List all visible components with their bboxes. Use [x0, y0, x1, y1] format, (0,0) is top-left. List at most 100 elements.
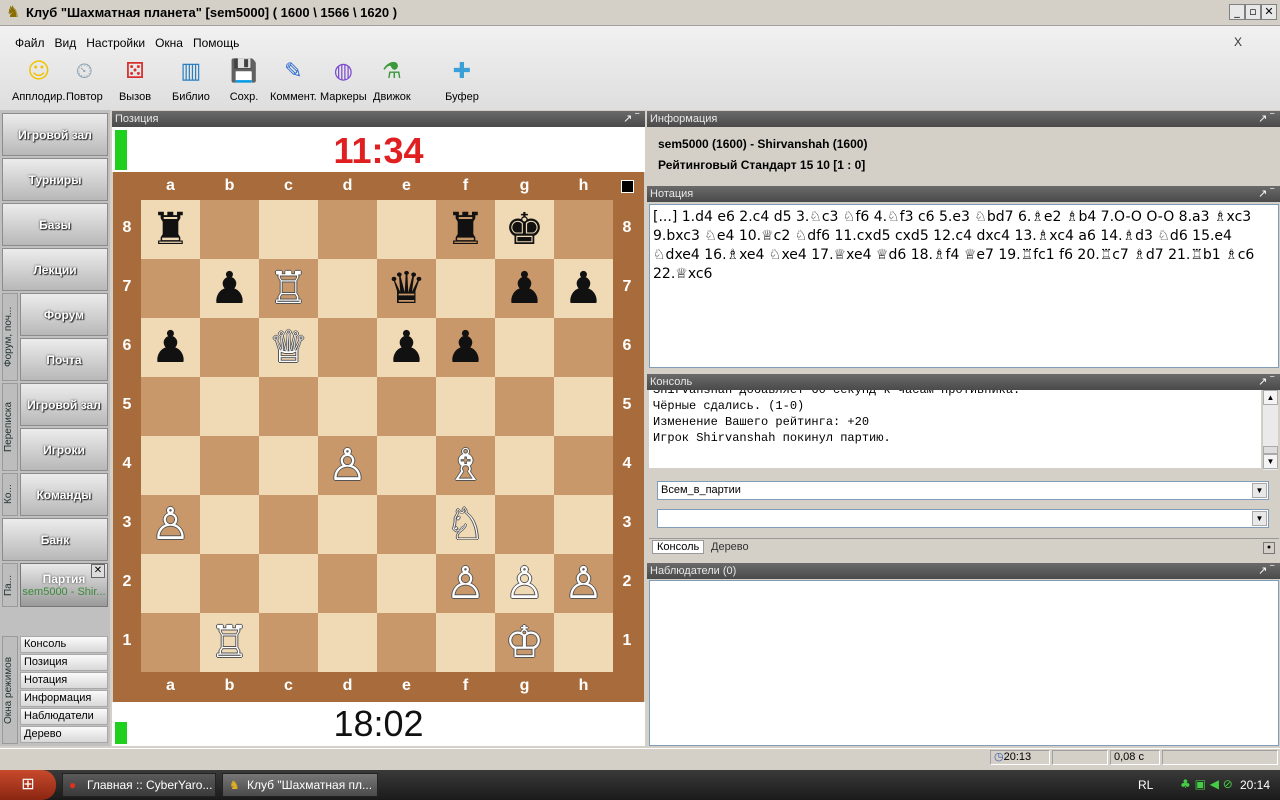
square-e4[interactable] [377, 436, 436, 495]
menu-help[interactable]: Помощь [188, 35, 244, 53]
chevron-down-icon[interactable]: ▼ [1252, 483, 1267, 498]
black-piece-icon[interactable]: ♛ [387, 266, 426, 311]
black-piece-icon[interactable]: ♟ [446, 325, 485, 370]
nav-mail[interactable]: Почта [20, 338, 108, 381]
square-b8[interactable] [200, 200, 259, 259]
tab-menu-icon[interactable]: ● [1263, 542, 1275, 554]
square-c8[interactable] [259, 200, 318, 259]
square-c4[interactable] [259, 436, 318, 495]
toolbar-button-8[interactable]: ✚ Буфер [444, 54, 480, 106]
scroll-up-icon[interactable]: ▲ [1263, 390, 1278, 405]
tab-tree[interactable]: Дерево [707, 541, 753, 553]
restore-button[interactable]: ▫ [1245, 4, 1261, 20]
minimize-button[interactable]: _ [1229, 4, 1245, 20]
pin-icon[interactable]: ↗ ‾ [1258, 563, 1274, 579]
scroll-down-icon[interactable]: ▼ [1263, 454, 1278, 469]
square-e2[interactable] [377, 554, 436, 613]
square-g3[interactable] [495, 495, 554, 554]
square-b1[interactable]: ♖ [200, 613, 259, 672]
toolbar-button-1[interactable]: ⏲ Повтор [66, 54, 103, 106]
square-e7[interactable]: ♛ [377, 259, 436, 318]
white-piece-icon[interactable]: ♖ [210, 620, 249, 665]
square-e8[interactable] [377, 200, 436, 259]
chevron-down-icon[interactable]: ▼ [1252, 511, 1267, 526]
mode-information[interactable]: Информация [20, 690, 108, 707]
nav-forum[interactable]: Форум [20, 293, 108, 336]
mode-position[interactable]: Позиция [20, 654, 108, 671]
correspondence-tab[interactable]: Переписка [2, 383, 18, 471]
white-piece-icon[interactable]: ♖ [269, 266, 308, 311]
toolbar-button-3[interactable]: ▥ Библио [172, 54, 210, 106]
square-f2[interactable]: ♙ [436, 554, 495, 613]
square-d2[interactable] [318, 554, 377, 613]
square-f1[interactable] [436, 613, 495, 672]
square-h8[interactable] [554, 200, 613, 259]
taskbar-item-chess[interactable]: ♞ Клуб "Шахматная пл... [222, 773, 378, 797]
square-c6[interactable]: ♕ [259, 318, 318, 377]
menu-windows[interactable]: Окна [150, 35, 188, 53]
white-piece-icon[interactable]: ♗ [446, 443, 485, 488]
pin-icon[interactable]: ↗ ‾ [1258, 111, 1274, 127]
square-a8[interactable]: ♜ [141, 200, 200, 259]
square-f3[interactable]: ♘ [436, 495, 495, 554]
close-button[interactable]: ✕ [1261, 4, 1277, 20]
square-f5[interactable] [436, 377, 495, 436]
console-scrollbar[interactable]: ▲ ▼ [1262, 390, 1278, 470]
square-a5[interactable] [141, 377, 200, 436]
toolbar-button-6[interactable]: ◍ Маркеры [320, 54, 367, 106]
black-piece-icon[interactable]: ♜ [446, 207, 485, 252]
square-g4[interactable] [495, 436, 554, 495]
toolbar-button-4[interactable]: 💾 Сохр. [226, 54, 262, 106]
square-c5[interactable] [259, 377, 318, 436]
square-b6[interactable] [200, 318, 259, 377]
white-piece-icon[interactable]: ♙ [328, 443, 367, 488]
square-e6[interactable]: ♟ [377, 318, 436, 377]
modes-tab[interactable]: Окна режимов [2, 636, 18, 744]
white-piece-icon[interactable]: ♔ [505, 620, 544, 665]
square-h5[interactable] [554, 377, 613, 436]
game-card-close-icon[interactable]: ✕ [91, 564, 105, 578]
nav-game-card[interactable]: Партия sem5000 - Shir... ✕ [20, 563, 108, 607]
recipient-select[interactable]: Всем_в_партии ▼ [657, 481, 1269, 500]
black-piece-icon[interactable]: ♟ [564, 266, 603, 311]
black-piece-icon[interactable]: ♟ [210, 266, 249, 311]
start-button[interactable]: ⊞ [0, 770, 56, 800]
pin-icon[interactable]: ↗ ‾ [1258, 186, 1274, 202]
square-b3[interactable] [200, 495, 259, 554]
square-g6[interactable] [495, 318, 554, 377]
square-f6[interactable]: ♟ [436, 318, 495, 377]
nav-players[interactable]: Игроки [20, 428, 108, 471]
square-d5[interactable] [318, 377, 377, 436]
square-d6[interactable] [318, 318, 377, 377]
white-piece-icon[interactable]: ♙ [446, 561, 485, 606]
black-piece-icon[interactable]: ♟ [151, 325, 190, 370]
tab-console[interactable]: Консоль [652, 540, 705, 554]
square-b2[interactable] [200, 554, 259, 613]
square-g5[interactable] [495, 377, 554, 436]
language-indicator[interactable]: RL [1138, 778, 1153, 792]
mdi-close-button[interactable]: X [1234, 35, 1242, 49]
chess-board[interactable]: a a b b c c d d e e f f g g h h 8 8 7 7 6 6 5 5 4 4 3 3 2 2 1 1 ♜ ♜ ♚ ♟ ♖ ♛ ♟ ♟… [113, 172, 644, 702]
white-piece-icon[interactable]: ♙ [505, 561, 544, 606]
nav-lectures[interactable]: Лекции [2, 248, 108, 291]
square-h2[interactable]: ♙ [554, 554, 613, 613]
square-a1[interactable] [141, 613, 200, 672]
square-b7[interactable]: ♟ [200, 259, 259, 318]
nav-teams[interactable]: Команды [20, 473, 108, 516]
square-d1[interactable] [318, 613, 377, 672]
nav-tournaments[interactable]: Турниры [2, 158, 108, 201]
square-g8[interactable]: ♚ [495, 200, 554, 259]
forum-group-tab[interactable]: Форум, поч... [2, 293, 18, 381]
square-f7[interactable] [436, 259, 495, 318]
white-piece-icon[interactable]: ♕ [269, 325, 308, 370]
pin-icon[interactable]: ↗ ‾ [1258, 374, 1274, 390]
square-g2[interactable]: ♙ [495, 554, 554, 613]
square-a6[interactable]: ♟ [141, 318, 200, 377]
mode-console[interactable]: Консоль [20, 636, 108, 653]
black-piece-icon[interactable]: ♟ [387, 325, 426, 370]
square-a2[interactable] [141, 554, 200, 613]
white-piece-icon[interactable]: ♙ [151, 502, 190, 547]
square-h4[interactable] [554, 436, 613, 495]
mode-observers[interactable]: Наблюдатели [20, 708, 108, 725]
mode-tree[interactable]: Дерево [20, 726, 108, 743]
